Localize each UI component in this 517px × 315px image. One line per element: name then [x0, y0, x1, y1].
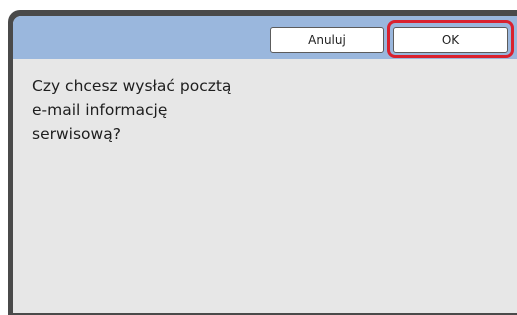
ok-button[interactable]: OK	[393, 27, 508, 53]
dialog-message: Czy chcesz wysłać pocztą e-mail informac…	[32, 74, 332, 146]
cancel-button[interactable]: Anuluj	[270, 27, 384, 53]
dialog-header-bar: Anuluj OK	[13, 16, 517, 59]
message-line: serwisową?	[32, 125, 121, 143]
dialog-window: Anuluj OK Czy chcesz wysłać pocztą e-mai…	[13, 16, 517, 313]
message-line: Czy chcesz wysłać pocztą	[32, 77, 232, 95]
message-line: e-mail informację	[32, 101, 168, 119]
